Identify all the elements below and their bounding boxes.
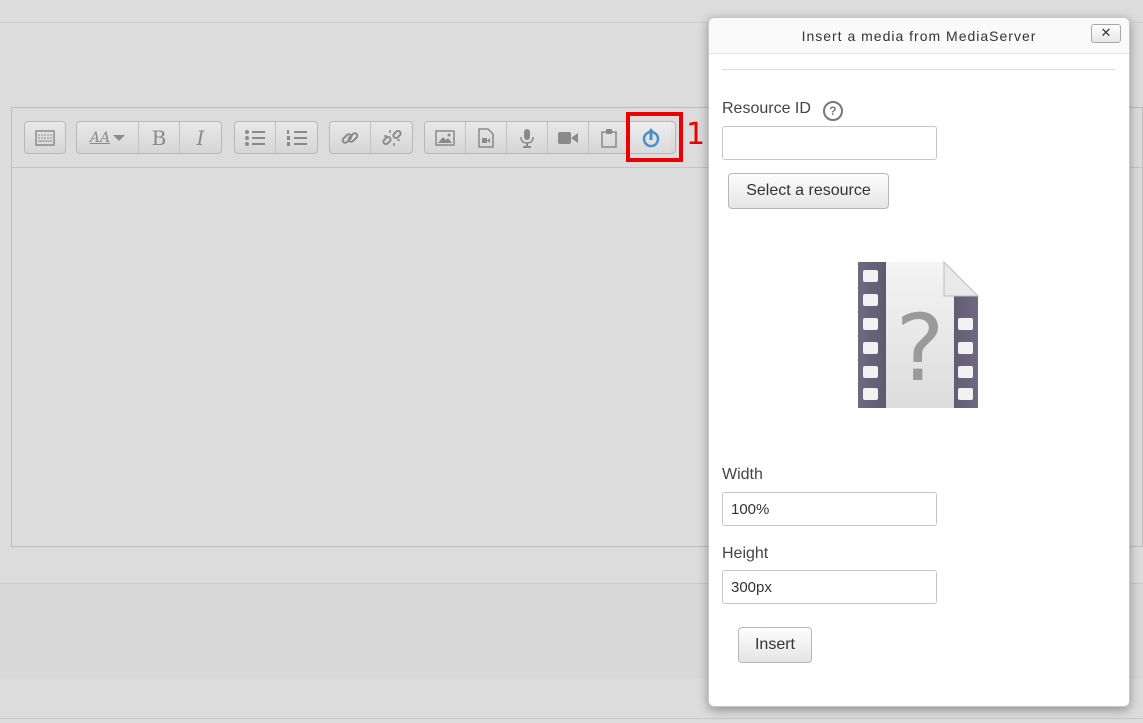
font-style-icon[interactable]: AA — [77, 122, 139, 153]
toolbar-group-style: AA B I — [76, 121, 222, 154]
resource-id-label: Resource ID — [722, 100, 811, 117]
italic-icon[interactable]: I — [180, 122, 221, 153]
insert-button[interactable]: Insert — [738, 627, 812, 663]
media-icon[interactable] — [466, 122, 507, 153]
link-icon[interactable] — [330, 122, 371, 153]
unknown-video-file-icon: ? — [854, 258, 982, 419]
footer-divider — [0, 718, 1143, 719]
image-icon[interactable] — [425, 122, 466, 153]
annotation-number-1: 1 — [686, 117, 706, 152]
toolbar-group-lists — [234, 121, 318, 154]
ordered-list-icon[interactable] — [276, 122, 317, 153]
select-resource-button[interactable]: Select a resource — [728, 173, 889, 209]
help-icon[interactable]: ? — [822, 101, 843, 121]
resource-id-input[interactable] — [722, 126, 937, 160]
insert-media-dialog: Insert a media from MediaServer ✕ Resour… — [708, 17, 1130, 707]
height-label: Height — [722, 545, 769, 562]
unordered-list-icon[interactable] — [235, 122, 276, 153]
toolbar-group-collapse — [24, 121, 66, 154]
width-label: Width — [722, 466, 763, 483]
resource-id-label-row: Resource ID? — [722, 100, 843, 121]
manage-files-icon[interactable] — [589, 122, 630, 153]
width-input[interactable] — [722, 492, 937, 526]
record-audio-icon[interactable] — [507, 122, 548, 153]
font-style-glyph: AA — [89, 129, 111, 146]
svg-text:?: ? — [896, 295, 945, 402]
dialog-divider — [722, 69, 1115, 70]
unlink-icon[interactable] — [371, 122, 412, 153]
bold-icon[interactable]: B — [139, 122, 180, 153]
toggle-toolbar-icon[interactable] — [25, 122, 65, 153]
dialog-header: Insert a media from MediaServer ✕ — [709, 18, 1129, 54]
height-input[interactable] — [722, 570, 937, 604]
highlight-box-1 — [626, 112, 683, 162]
close-icon[interactable]: ✕ — [1091, 24, 1121, 43]
record-video-icon[interactable] — [548, 122, 589, 153]
dialog-title: Insert a media from MediaServer — [801, 28, 1037, 44]
toolbar-group-links — [329, 121, 413, 154]
